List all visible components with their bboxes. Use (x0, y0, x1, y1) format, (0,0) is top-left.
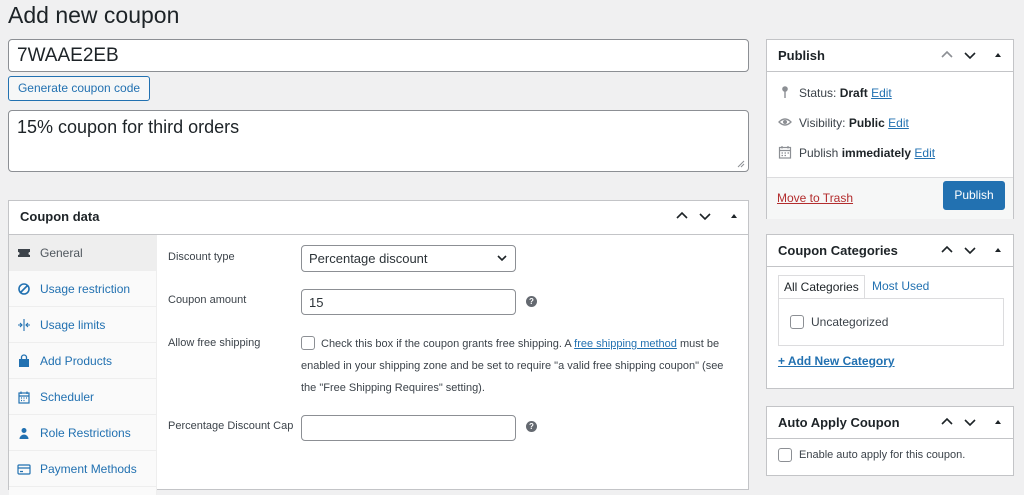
edit-visibility-link[interactable]: Edit (888, 116, 909, 130)
edit-schedule-link[interactable]: Edit (914, 146, 935, 160)
auto-apply-panel: Auto Apply Coupon Enable auto apply for … (766, 406, 1014, 476)
help-icon[interactable]: ? (526, 421, 537, 432)
free-shipping-method-link[interactable]: free shipping method (574, 338, 677, 350)
move-up-icon[interactable] (938, 46, 956, 64)
toggle-panel-icon[interactable] (989, 46, 1007, 64)
coupon-amount-input[interactable] (301, 289, 516, 315)
tab-general[interactable]: General (9, 235, 156, 271)
coupon-amount-label: Coupon amount (168, 294, 247, 306)
tab-label: Usage limits (40, 318, 106, 332)
coupon-description-text: 15% coupon for third orders (17, 117, 240, 137)
publish-panel: Publish Status: Draft Edit Visibility: P… (766, 39, 1014, 219)
publish-actions: Move to Trash Publish (767, 177, 1013, 219)
tab-all-categories[interactable]: All Categories (778, 275, 865, 299)
tab-payment-methods[interactable]: Payment Methods (9, 451, 156, 487)
calendar-icon (778, 146, 792, 159)
free-shipping-description: Check this box if the coupon grants free… (301, 333, 741, 399)
card-icon (17, 464, 31, 475)
coupon-data-title: Coupon data (20, 209, 100, 224)
move-down-icon[interactable] (961, 413, 979, 431)
coupon-categories-panel: Coupon Categories All Categories Most Us… (766, 234, 1014, 389)
coupon-description-textarea[interactable]: 15% coupon for third orders (8, 110, 749, 172)
schedule-value: immediately (841, 146, 912, 160)
publish-header: Publish (767, 40, 1013, 72)
eye-icon (778, 118, 792, 126)
coupon-data-header: Coupon data (9, 201, 748, 235)
resize-grip-icon[interactable] (737, 160, 745, 168)
move-up-icon[interactable] (938, 241, 956, 259)
toggle-panel-icon[interactable] (725, 207, 743, 225)
tab-label: Scheduler (40, 390, 95, 404)
discount-type-select[interactable]: Percentage discount (301, 245, 516, 272)
categories-title: Coupon Categories (778, 243, 898, 258)
schedule-label: Publish (799, 146, 839, 160)
category-checkbox[interactable] (790, 315, 804, 329)
toggle-panel-icon[interactable] (989, 241, 1007, 259)
tab-usage-restriction[interactable]: Usage restriction (9, 271, 156, 307)
publish-button[interactable]: Publish (943, 181, 1005, 210)
auto-apply-label: Enable auto apply for this coupon. (799, 449, 966, 461)
auto-apply-title: Auto Apply Coupon (778, 415, 900, 430)
chevron-down-icon (497, 255, 507, 262)
tab-label: Add Products (40, 354, 113, 368)
tab-role-restrictions[interactable]: Role Restrictions (9, 415, 156, 451)
auto-apply-checkbox[interactable] (778, 448, 792, 462)
restriction-icon (18, 283, 30, 295)
category-item-label: Uncategorized (811, 315, 889, 329)
move-down-icon[interactable] (961, 241, 979, 259)
tab-label: General (40, 246, 83, 260)
edit-status-link[interactable]: Edit (871, 86, 892, 100)
tab-scheduler[interactable]: Scheduler (9, 379, 156, 415)
free-shipping-label: Allow free shipping (168, 337, 261, 349)
help-icon[interactable]: ? (526, 296, 537, 307)
coupon-data-panel: Coupon data General Usage restriction Us… (8, 200, 749, 495)
add-new-category-link[interactable]: + Add New Category (778, 354, 895, 368)
categories-header: Coupon Categories (767, 235, 1013, 267)
coupon-data-tabs: General Usage restriction Usage limits A… (9, 235, 157, 495)
calendar-icon (18, 391, 30, 404)
auto-apply-header: Auto Apply Coupon (767, 407, 1013, 439)
tab-label: Payment Methods (40, 462, 137, 476)
pin-icon (782, 86, 788, 98)
discount-cap-label: Percentage Discount Cap (168, 420, 294, 432)
discount-type-value: Percentage discount (309, 251, 428, 266)
discount-cap-input[interactable] (301, 415, 516, 441)
generate-coupon-code-button[interactable]: Generate coupon code (8, 76, 150, 101)
tab-most-used[interactable]: Most Used (867, 275, 934, 299)
free-shipping-text-before: Check this box if the coupon grants free… (321, 338, 575, 350)
status-value: Draft (839, 86, 868, 100)
tab-usage-limits[interactable]: Usage limits (9, 307, 156, 343)
coupon-code-input[interactable] (8, 39, 749, 72)
ticket-icon (18, 249, 30, 257)
move-down-icon[interactable] (696, 207, 714, 225)
tab-add-products[interactable]: Add Products (9, 343, 156, 379)
discount-type-label: Discount type (168, 251, 235, 263)
page-title: Add new coupon (8, 2, 180, 28)
tab-label: Role Restrictions (40, 426, 131, 440)
publish-title: Publish (778, 48, 825, 63)
move-down-icon[interactable] (961, 46, 979, 64)
status-label: Status: (799, 86, 837, 100)
bag-icon (19, 354, 29, 367)
tab-label: Usage restriction (40, 282, 131, 296)
category-list: Uncategorized (778, 298, 1004, 346)
user-icon (19, 428, 29, 439)
move-up-icon[interactable] (673, 207, 691, 225)
toggle-panel-icon[interactable] (989, 413, 1007, 431)
move-up-icon[interactable] (938, 413, 956, 431)
move-to-trash-link[interactable]: Move to Trash (777, 191, 853, 205)
visibility-label: Visibility: (799, 116, 846, 130)
limits-icon (18, 319, 30, 331)
visibility-value: Public (848, 116, 885, 130)
